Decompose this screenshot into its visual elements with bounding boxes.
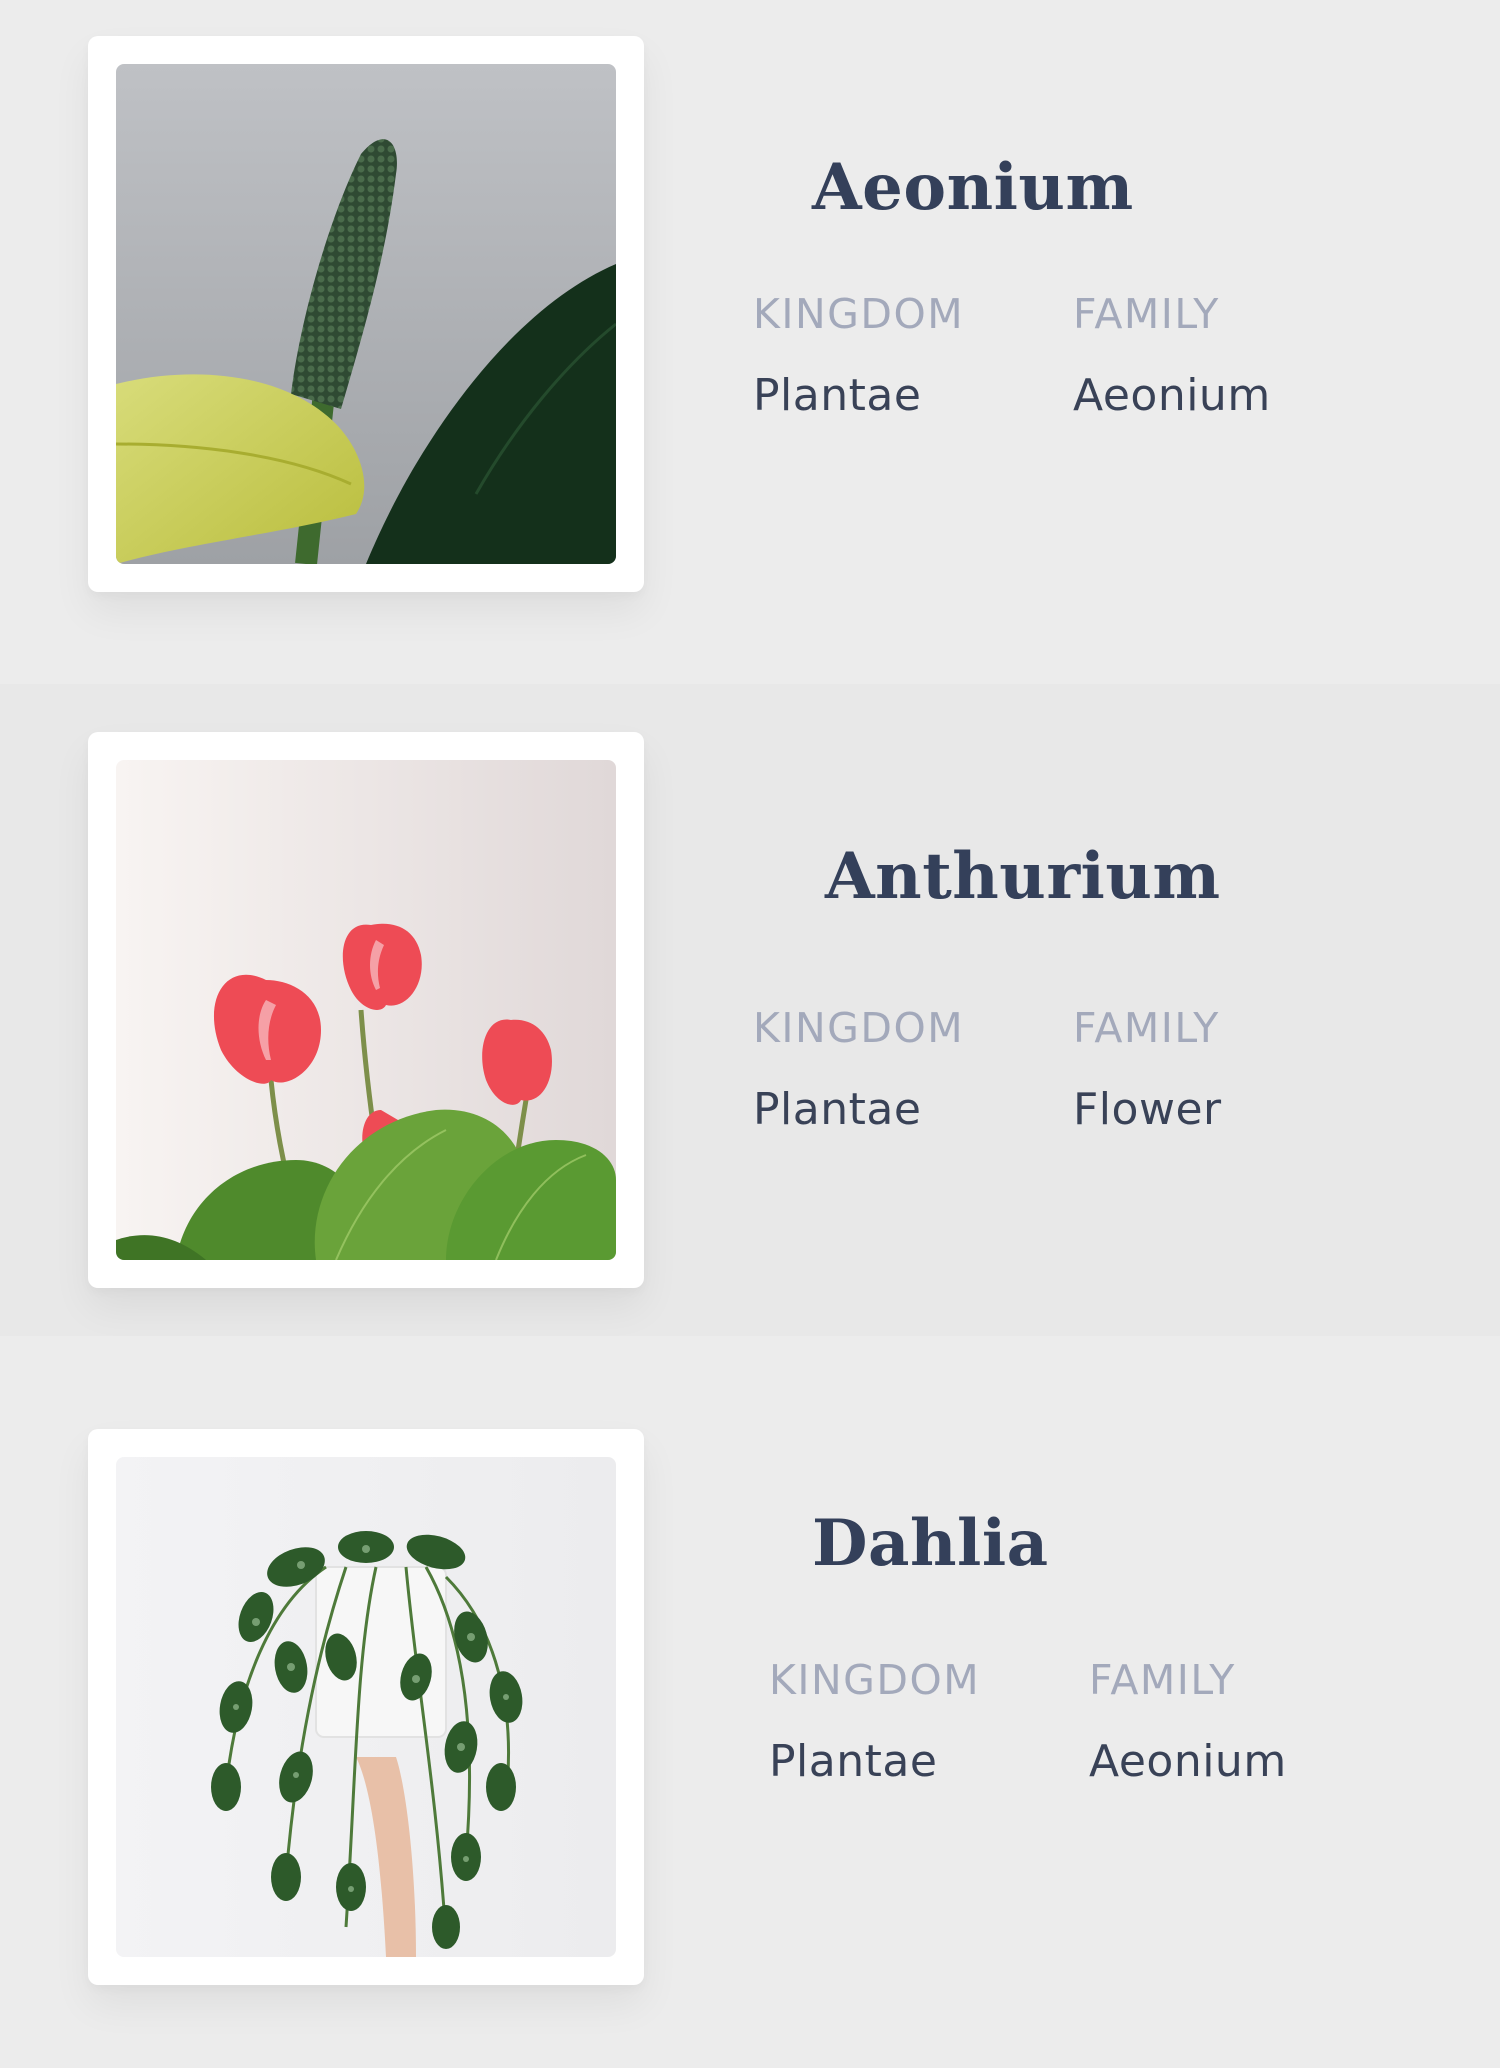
family-value: Aeonium — [1089, 1736, 1287, 1787]
plant-card[interactable] — [88, 1429, 644, 1985]
plant-card[interactable] — [88, 36, 644, 592]
plant-name: Dahlia — [812, 1506, 1049, 1581]
plant-photo — [116, 64, 616, 564]
family-label: FAMILY — [1089, 1656, 1236, 1704]
red-anthurium-image — [116, 760, 616, 1260]
plant-row-aeonium: Aeonium KINGDOM FAMILY Plantae Aeonium — [0, 0, 1500, 684]
family-label: FAMILY — [1073, 290, 1220, 338]
kingdom-label: KINGDOM — [753, 290, 965, 338]
plant-name: Aeonium — [812, 150, 1134, 225]
kingdom-label: KINGDOM — [769, 1656, 981, 1704]
kingdom-value: Plantae — [769, 1736, 938, 1787]
plant-spike-image — [116, 64, 616, 564]
hanging-pothos-image — [116, 1457, 616, 1957]
family-label: FAMILY — [1073, 1004, 1220, 1052]
plant-row-anthurium: Anthurium KINGDOM FAMILY Plantae Flower — [0, 684, 1500, 1336]
plant-photo — [116, 760, 616, 1260]
kingdom-label: KINGDOM — [753, 1004, 965, 1052]
kingdom-value: Plantae — [753, 1084, 922, 1135]
family-value: Flower — [1073, 1084, 1222, 1135]
plant-card[interactable] — [88, 732, 644, 1288]
family-value: Aeonium — [1073, 370, 1271, 421]
plant-name: Anthurium — [825, 839, 1221, 914]
plant-photo — [116, 1457, 616, 1957]
kingdom-value: Plantae — [753, 370, 922, 421]
plant-row-dahlia: Dahlia KINGDOM FAMILY Plantae Aeonium — [0, 1336, 1500, 2068]
